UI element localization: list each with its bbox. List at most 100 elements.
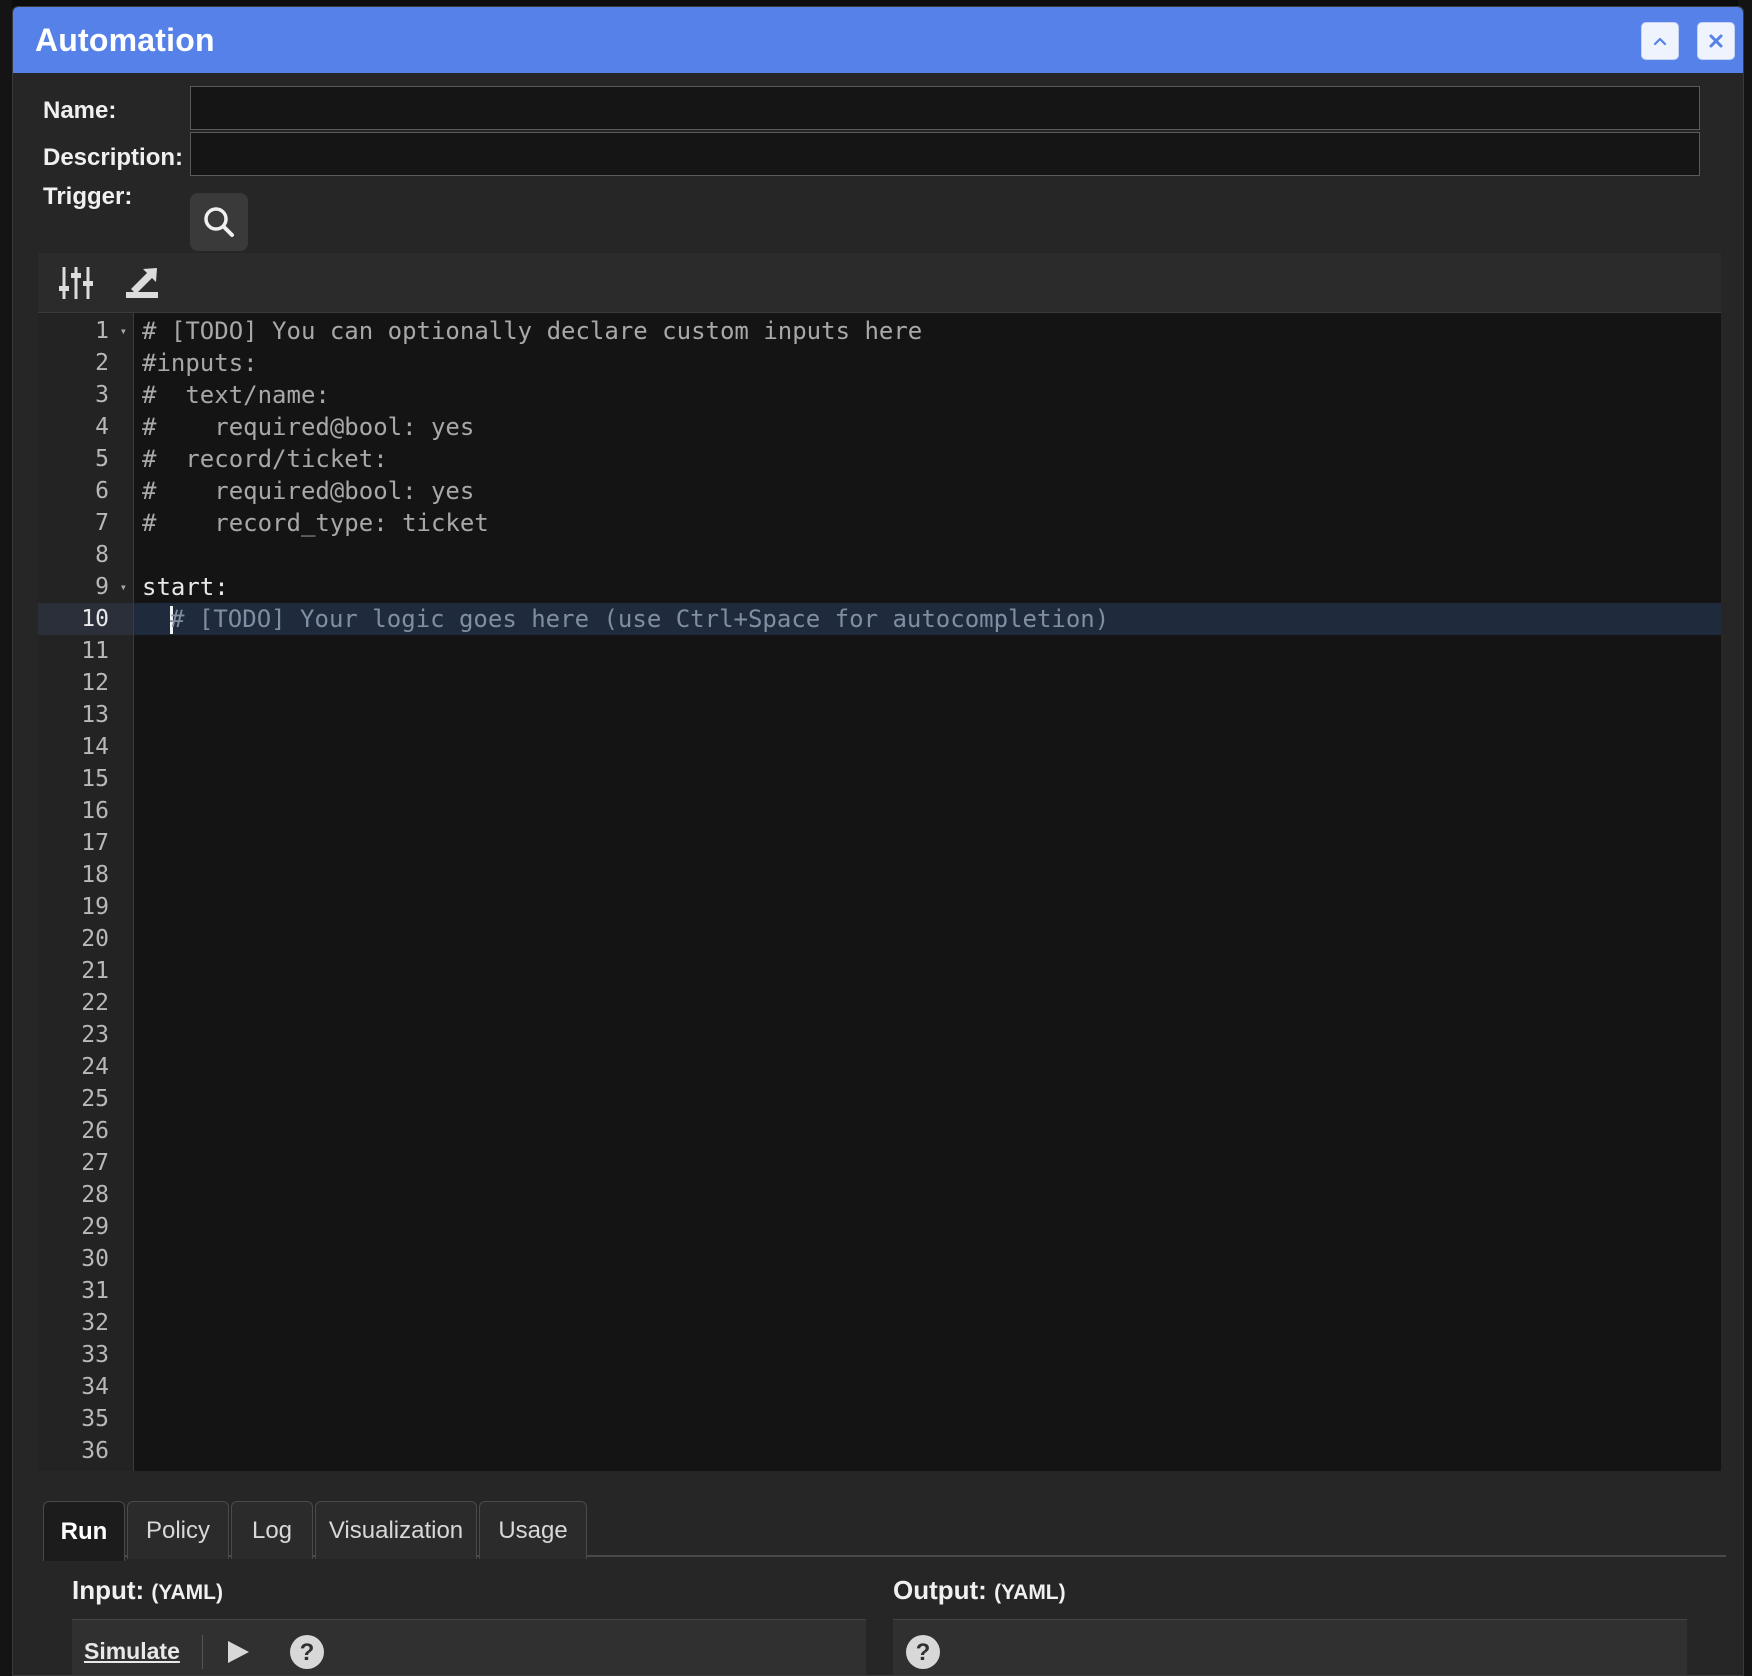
search-icon	[204, 207, 234, 237]
code-line[interactable]	[134, 1339, 1721, 1371]
close-button[interactable]	[1697, 22, 1735, 60]
code-line[interactable]	[134, 1211, 1721, 1243]
fold-toggle-icon[interactable]: ▾	[120, 571, 127, 603]
line-number: 7	[95, 510, 109, 536]
line-number: 29	[81, 1214, 109, 1240]
svg-text:?: ?	[300, 1639, 315, 1666]
editor-export-button[interactable]	[122, 263, 162, 303]
output-help-icon[interactable]: ?	[905, 1634, 941, 1670]
tab-visualization[interactable]: Visualization	[315, 1501, 477, 1559]
dialog-title: Automation	[35, 21, 215, 58]
line-number: 11	[81, 638, 109, 664]
line-number-gutter: 1 ▾ 2 3 4 5 6 7 8 9 ▾ 10 11 12 13 14 15 16 17 18 19 20 21 22 23 2…	[38, 313, 134, 1471]
toolbar-divider	[201, 1634, 203, 1669]
code-line[interactable]	[134, 763, 1721, 795]
line-number: 31	[81, 1278, 109, 1304]
automation-dialog: Automation Name: Description: Trigger: 1…	[12, 6, 1744, 1676]
code-area[interactable]: # [TODO] You can optionally declare cust…	[134, 313, 1721, 1471]
fold-toggle-icon[interactable]: ▾	[120, 315, 127, 347]
trigger-search-button[interactable]	[190, 193, 248, 251]
code-line[interactable]: # record/ticket:	[134, 443, 1721, 475]
dialog-titlebar[interactable]: Automation	[13, 7, 1743, 73]
output-pane-toolbar: ?	[893, 1619, 1687, 1675]
line-number: 34	[81, 1374, 109, 1400]
code-line[interactable]	[134, 923, 1721, 955]
line-number: 9 ▾	[38, 571, 133, 603]
code-line[interactable]	[134, 1147, 1721, 1179]
line-number: 25	[81, 1086, 109, 1112]
line-number: 3	[95, 382, 109, 408]
code-line[interactable]	[134, 1115, 1721, 1147]
code-line[interactable]: # required@bool: yes	[134, 411, 1721, 443]
code-line[interactable]: # [TODO] Your logic goes here (use Ctrl+…	[134, 603, 1721, 635]
code-line-text: # [TODO] Your logic goes here (use Ctrl+…	[170, 605, 1110, 633]
line-number: 17	[81, 830, 109, 856]
tab-log[interactable]: Log	[231, 1501, 313, 1559]
code-line[interactable]: # text/name:	[134, 379, 1721, 411]
input-pane-toolbar: Simulate ?	[72, 1619, 866, 1675]
code-line[interactable]: # required@bool: yes	[134, 475, 1721, 507]
export-icon	[126, 267, 158, 298]
code-line[interactable]: # record_type: ticket	[134, 507, 1721, 539]
line-number: 26	[81, 1118, 109, 1144]
code-line[interactable]	[134, 699, 1721, 731]
line-number: 15	[81, 766, 109, 792]
code-editor[interactable]: 1 ▾ 2 3 4 5 6 7 8 9 ▾ 10 11 12 13 14 15 16 17 18 19 20 21 22 23 2…	[38, 313, 1721, 1471]
code-line[interactable]	[134, 859, 1721, 891]
name-input[interactable]	[190, 86, 1700, 130]
code-line[interactable]	[134, 1243, 1721, 1275]
code-line[interactable]: start:	[134, 571, 1721, 603]
code-line[interactable]	[134, 1275, 1721, 1307]
code-line[interactable]	[134, 1307, 1721, 1339]
line-number: 27	[81, 1150, 109, 1176]
description-input[interactable]	[190, 132, 1700, 176]
line-number: 10	[38, 603, 133, 635]
background-app-edge-left	[0, 0, 12, 1676]
code-line[interactable]	[134, 667, 1721, 699]
collapse-button[interactable]	[1641, 22, 1679, 60]
code-line[interactable]	[134, 955, 1721, 987]
tab-policy[interactable]: Policy	[127, 1501, 229, 1559]
code-line[interactable]	[134, 795, 1721, 827]
line-number: 32	[81, 1310, 109, 1336]
code-line[interactable]	[134, 1179, 1721, 1211]
code-line[interactable]	[134, 891, 1721, 923]
line-number: 12	[81, 670, 109, 696]
code-line[interactable]	[134, 1019, 1721, 1051]
editor-settings-button[interactable]	[56, 263, 96, 303]
line-number: 2	[95, 350, 109, 376]
input-pane-title: Input: (YAML)	[72, 1575, 223, 1606]
code-line[interactable]	[134, 635, 1721, 667]
line-number: 23	[81, 1022, 109, 1048]
help-icon[interactable]: ?	[289, 1634, 325, 1670]
description-label: Description:	[43, 144, 184, 171]
code-line[interactable]: # [TODO] You can optionally declare cust…	[134, 315, 1721, 347]
code-line[interactable]	[134, 987, 1721, 1019]
code-line[interactable]	[134, 1083, 1721, 1115]
line-number: 18	[81, 862, 109, 888]
code-line[interactable]	[134, 539, 1721, 571]
svg-text:?: ?	[916, 1639, 931, 1666]
code-line[interactable]	[134, 1435, 1721, 1467]
code-line[interactable]	[134, 1371, 1721, 1403]
line-number: 22	[81, 990, 109, 1016]
tab-usage[interactable]: Usage	[479, 1501, 587, 1559]
tab-run[interactable]: Run	[43, 1501, 125, 1561]
input-format: (YAML)	[151, 1581, 223, 1604]
line-number: 35	[81, 1406, 109, 1432]
code-line[interactable]	[134, 1403, 1721, 1435]
line-number: 6	[95, 478, 109, 504]
simulate-link[interactable]: Simulate	[72, 1638, 180, 1665]
play-icon[interactable]	[225, 1639, 251, 1665]
code-line[interactable]: #inputs:	[134, 347, 1721, 379]
sliders-icon	[59, 266, 93, 299]
code-line[interactable]	[134, 827, 1721, 859]
line-number: 14	[81, 734, 109, 760]
bottom-tab-bar: Run Policy Log Visualization Usage	[43, 1501, 1726, 1561]
close-icon	[1709, 34, 1723, 48]
code-editor-panel: 1 ▾ 2 3 4 5 6 7 8 9 ▾ 10 11 12 13 14 15 16 17 18 19 20 21 22 23 2…	[38, 253, 1721, 1471]
line-number: 33	[81, 1342, 109, 1368]
code-line[interactable]	[134, 1051, 1721, 1083]
output-pane-title: Output: (YAML)	[893, 1575, 1066, 1606]
code-line[interactable]	[134, 731, 1721, 763]
